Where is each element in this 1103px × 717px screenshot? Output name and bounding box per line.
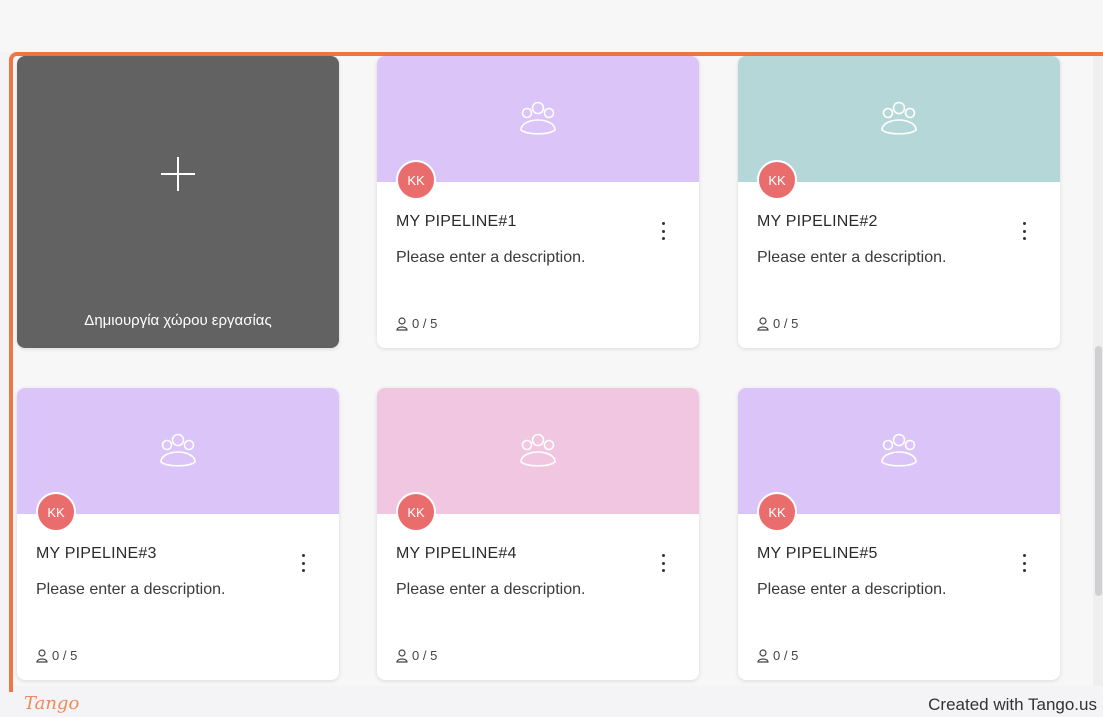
- user-icon: [757, 648, 769, 663]
- member-count: 0 / 5: [757, 316, 798, 331]
- avatar[interactable]: KK: [36, 492, 76, 532]
- card-title[interactable]: MY PIPELINE#2: [757, 213, 878, 231]
- card-description: Please enter a description.: [36, 581, 226, 598]
- member-count-text: 0 / 5: [52, 648, 78, 663]
- more-vertical-icon[interactable]: [1020, 554, 1028, 572]
- card-title[interactable]: MY PIPELINE#4: [396, 545, 517, 563]
- member-count: 0 / 5: [396, 648, 437, 663]
- avatar[interactable]: KK: [396, 492, 436, 532]
- member-count: 0 / 5: [757, 648, 798, 663]
- member-count-text: 0 / 5: [412, 648, 438, 663]
- group-icon: [881, 101, 917, 135]
- card-description: Please enter a description.: [396, 249, 586, 266]
- user-icon: [396, 648, 408, 663]
- avatar[interactable]: KK: [757, 492, 797, 532]
- pipeline-card[interactable]: KK MY PIPELINE#3 Please enter a descript…: [17, 388, 339, 680]
- user-icon: [36, 648, 48, 663]
- more-vertical-icon[interactable]: [659, 554, 667, 572]
- create-workspace-label: Δημιουργία χώρου εργασίας: [84, 312, 272, 329]
- group-icon: [881, 433, 917, 467]
- member-count-text: 0 / 5: [773, 316, 799, 331]
- pipeline-card[interactable]: KK MY PIPELINE#2 Please enter a descript…: [738, 56, 1060, 348]
- more-vertical-icon[interactable]: [659, 222, 667, 240]
- group-icon: [520, 101, 556, 135]
- user-icon: [757, 316, 769, 331]
- pipeline-card[interactable]: KK MY PIPELINE#4 Please enter a descript…: [377, 388, 699, 680]
- member-count-text: 0 / 5: [412, 316, 438, 331]
- member-count: 0 / 5: [36, 648, 77, 663]
- avatar[interactable]: KK: [757, 160, 797, 200]
- create-workspace-card[interactable]: Δημιουργία χώρου εργασίας: [17, 56, 339, 348]
- card-description: Please enter a description.: [757, 249, 947, 266]
- more-vertical-icon[interactable]: [1020, 222, 1028, 240]
- member-count: 0 / 5: [396, 316, 437, 331]
- member-count-text: 0 / 5: [773, 648, 799, 663]
- plus-icon: [161, 157, 195, 191]
- pipeline-card[interactable]: KK MY PIPELINE#1 Please enter a descript…: [377, 56, 699, 348]
- group-icon: [160, 433, 196, 467]
- more-vertical-icon[interactable]: [299, 554, 307, 572]
- pipeline-card[interactable]: KK MY PIPELINE#5 Please enter a descript…: [738, 388, 1060, 680]
- card-description: Please enter a description.: [757, 581, 947, 598]
- scrollbar[interactable]: [1093, 56, 1103, 686]
- card-title[interactable]: MY PIPELINE#3: [36, 545, 157, 563]
- card-title[interactable]: MY PIPELINE#5: [757, 545, 878, 563]
- tango-logo: Tango: [24, 693, 80, 714]
- footer-credit: Created with Tango.us: [928, 695, 1097, 714]
- user-icon: [396, 316, 408, 331]
- card-title[interactable]: MY PIPELINE#1: [396, 213, 517, 231]
- group-icon: [520, 433, 556, 467]
- card-description: Please enter a description.: [396, 581, 586, 598]
- top-bar: [0, 0, 1103, 52]
- scrollbar-thumb[interactable]: [1095, 346, 1102, 596]
- avatar[interactable]: KK: [396, 160, 436, 200]
